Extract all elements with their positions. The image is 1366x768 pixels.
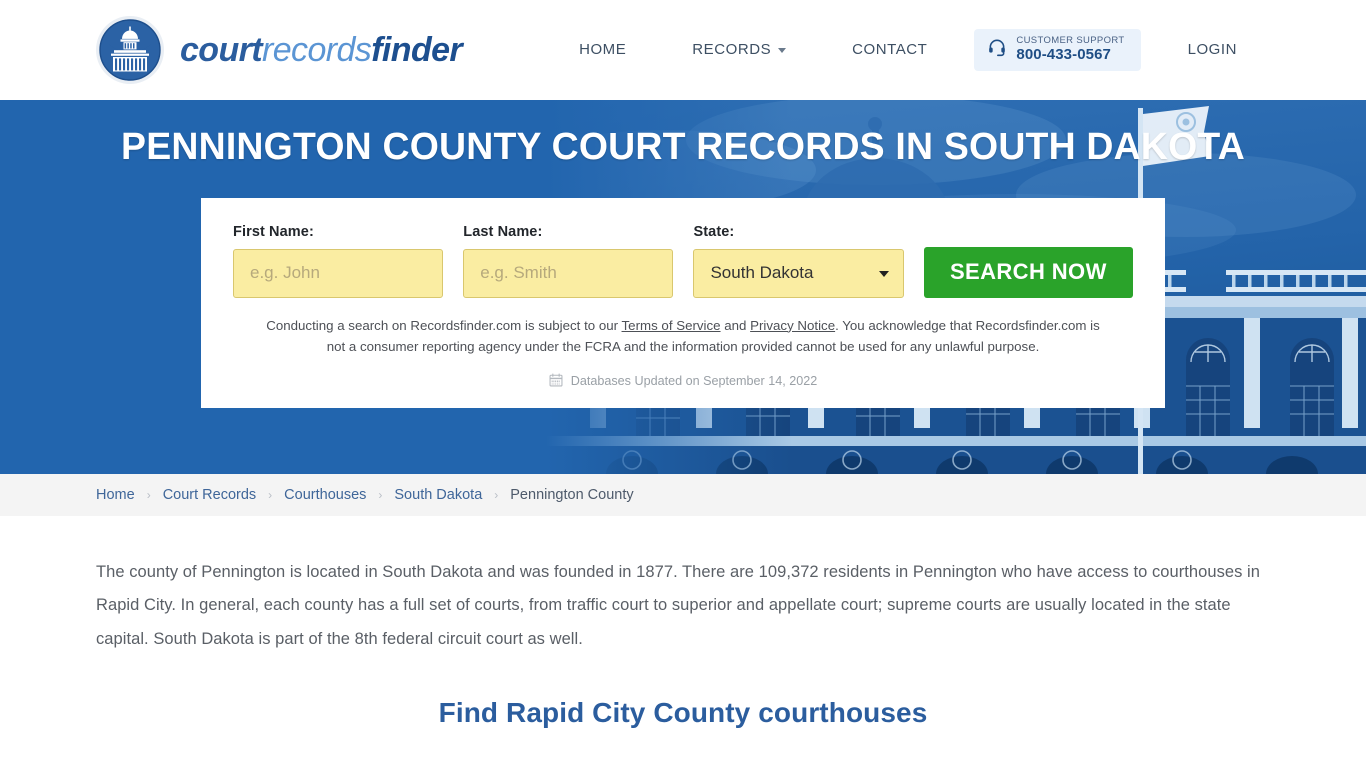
- first-name-input[interactable]: [233, 248, 444, 298]
- breadcrumb-separator-icon: ›: [146, 488, 151, 502]
- disclaimer-part-2: and: [720, 317, 751, 333]
- chevron-down-icon: [778, 48, 787, 54]
- breadcrumb-item-court-records[interactable]: Court Records: [163, 487, 256, 503]
- breadcrumb-item-pennington-county: Pennington County: [510, 487, 634, 503]
- disclaimer-part-1: Conducting a search on Recordsfinder.com…: [266, 317, 622, 333]
- search-field-row: First Name: Last Name: State: South Dako…: [233, 224, 1133, 298]
- breadcrumb: Home › Court Records › Courthouses › Sou…: [0, 474, 1366, 516]
- nav-item-login[interactable]: LOGIN: [1155, 41, 1270, 58]
- intro-paragraph: The county of Pennington is located in S…: [96, 563, 1260, 648]
- state-field-group: State: South Dakota: [693, 223, 904, 298]
- first-name-field-group: First Name:: [233, 223, 444, 298]
- brand-wordmark: courtrecordsfinder: [180, 31, 463, 69]
- support-text-block: CUSTOMER SUPPORT 800-433-0567: [1016, 36, 1124, 63]
- breadcrumb-separator-icon: ›: [378, 488, 383, 502]
- search-disclaimer: Conducting a search on Recordsfinder.com…: [233, 315, 1133, 357]
- state-selected-value: South Dakota: [710, 263, 814, 283]
- hero-content: PENNINGTON COUNTY COURT RECORDS IN SOUTH…: [0, 100, 1366, 408]
- nav-label-home: HOME: [579, 41, 627, 59]
- search-now-button[interactable]: SEARCH NOW: [923, 246, 1133, 298]
- page-title: PENNINGTON COUNTY COURT RECORDS IN SOUTH…: [121, 126, 1245, 168]
- breadcrumb-separator-icon: ›: [494, 488, 499, 502]
- customer-support-badge[interactable]: CUSTOMER SUPPORT 800-433-0567: [974, 29, 1141, 71]
- capitol-dome-logo-icon: [94, 14, 166, 86]
- last-name-input[interactable]: [463, 248, 674, 298]
- nav-item-records[interactable]: RECORDS: [659, 41, 819, 58]
- nav-item-home[interactable]: HOME: [546, 41, 659, 58]
- calendar-icon: [549, 373, 563, 390]
- state-select[interactable]: South Dakota: [693, 248, 904, 298]
- databases-updated-text: Databases Updated on September 14, 2022: [570, 374, 818, 389]
- last-name-field-group: Last Name:: [463, 223, 674, 298]
- breadcrumb-separator-icon: ›: [268, 488, 273, 502]
- brand-part-finder: finder: [371, 31, 463, 69]
- main-navigation: HOME RECORDS CONTACT CUSTOMER SUPPORT 80…: [546, 29, 1270, 71]
- first-name-label: First Name:: [233, 223, 314, 240]
- section-heading: Find Rapid City County courthouses: [438, 696, 928, 728]
- databases-updated-row: Databases Updated on September 14, 2022: [233, 373, 1133, 390]
- state-label: State:: [693, 223, 735, 240]
- breadcrumb-item-courthouses[interactable]: Courthouses: [284, 487, 366, 503]
- breadcrumb-list: Home › Court Records › Courthouses › Sou…: [96, 487, 634, 503]
- section-paragraph: There are 67,956 residents in Rapid City…: [96, 759, 1270, 768]
- nav-label-records: RECORDS: [692, 41, 772, 59]
- nav-item-contact[interactable]: CONTACT: [819, 41, 960, 58]
- breadcrumb-item-south-dakota[interactable]: South Dakota: [394, 487, 482, 503]
- hero-section: PENNINGTON COUNTY COURT RECORDS IN SOUTH…: [0, 100, 1366, 474]
- nav-label-contact: CONTACT: [852, 41, 928, 59]
- privacy-notice-link[interactable]: Privacy Notice: [750, 318, 835, 333]
- state-select-wrapper: South Dakota: [693, 248, 904, 298]
- search-form-card: First Name: Last Name: State: South Dako…: [201, 197, 1165, 408]
- support-phone-number: 800-433-0567: [1016, 45, 1111, 63]
- nav-label-login: LOGIN: [1187, 41, 1237, 59]
- brand-part-court: court: [180, 31, 263, 69]
- last-name-label: Last Name:: [463, 223, 543, 240]
- site-logo[interactable]: courtrecordsfinder: [94, 14, 463, 86]
- terms-of-service-link[interactable]: Terms of Service: [622, 318, 721, 333]
- main-content: The county of Pennington is located in S…: [0, 516, 1366, 768]
- site-header: courtrecordsfinder HOME RECORDS CONTACT …: [0, 0, 1366, 100]
- headset-icon: [987, 37, 1007, 62]
- brand-part-records: records: [262, 31, 372, 69]
- breadcrumb-item-home[interactable]: Home: [96, 487, 135, 503]
